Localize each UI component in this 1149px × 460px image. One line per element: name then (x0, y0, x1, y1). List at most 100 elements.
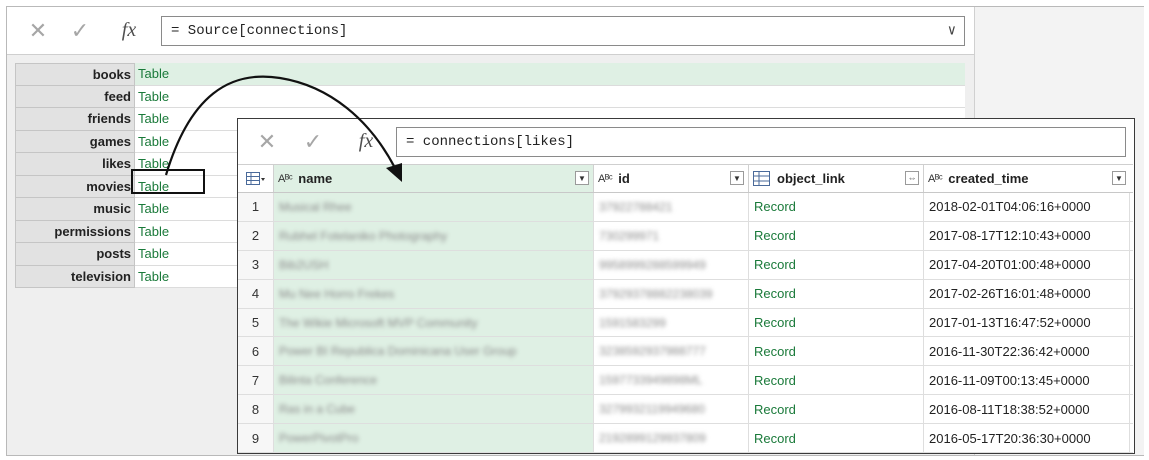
row-number: 6 (238, 337, 274, 366)
front-formula-input[interactable]: = connections[likes] (396, 127, 1126, 157)
row-value-link[interactable]: Table (135, 63, 965, 86)
name-text: Rubhel Fotelaniko Photography (279, 228, 448, 243)
table-row: 2 Rubhel Fotelaniko Photography 73029997… (238, 221, 1133, 251)
chevron-down-icon[interactable]: ∨ (948, 23, 956, 40)
name-cell[interactable]: Rubhel Fotelaniko Photography (274, 221, 594, 250)
name-text: PowerPivotPro (279, 431, 359, 446)
text-type-icon: Aᴮᶜ (278, 172, 293, 185)
id-cell[interactable]: 2192899129937809 (594, 424, 749, 453)
id-cell[interactable]: 730299971 (594, 221, 749, 250)
name-text: The Wikie Microsoft MVP Community (279, 315, 478, 330)
row-key: feed (15, 85, 135, 108)
table-row: 3 Bib2USH 9958999288599949 Record 2017-0… (238, 250, 1133, 280)
record-link[interactable]: Record (749, 424, 924, 453)
column-name-label: name (298, 171, 333, 186)
record-link[interactable]: Record (749, 193, 924, 221)
back-formula-text: = Source[connections] (171, 23, 348, 39)
name-cell[interactable]: Power BI Republica Dominicana User Group (274, 337, 594, 366)
name-cell[interactable]: Bib2USH (274, 250, 594, 279)
fx-icon[interactable]: fx (346, 119, 386, 164)
name-cell[interactable]: Musical Rhee (274, 193, 594, 221)
row-key: television (15, 265, 135, 288)
id-text: 37922788421 (599, 199, 673, 214)
front-formula-bar: ✕ ✓ fx = connections[likes] (238, 119, 1133, 165)
id-cell[interactable]: 37929378882238039 (594, 279, 749, 308)
record-link[interactable]: Record (749, 395, 924, 424)
id-cell[interactable]: 3279932119949680 (594, 395, 749, 424)
back-formula-input[interactable]: = Source[connections] ∨ (161, 16, 965, 46)
row-number: 1 (238, 193, 274, 221)
commit-icon[interactable]: ✓ (296, 119, 330, 164)
column-header-object-link[interactable]: object_link ⇔ (749, 165, 924, 192)
created-time-cell[interactable]: 2016-11-30T22:36:42+0000 (924, 337, 1130, 366)
record-link[interactable]: Record (749, 308, 924, 337)
row-key: games (15, 130, 135, 153)
column-header-name[interactable]: Aᴮᶜ name ▼ (274, 165, 594, 192)
name-cell[interactable]: Mu Nee Horro Frekes (274, 279, 594, 308)
row-value-link[interactable]: Table (135, 85, 965, 108)
likes-data-grid: Aᴮᶜ name ▼ Aᴮᶜ id ▼ object_link ⇔ Aᴮᶜ cr… (238, 165, 1133, 454)
row-number: 7 (238, 366, 274, 395)
name-cell[interactable]: PowerPivotPro (274, 424, 594, 453)
row-number: 8 (238, 395, 274, 424)
id-cell[interactable]: 37922788421 (594, 193, 749, 221)
created-time-cell[interactable]: 2017-02-26T16:01:48+0000 (924, 279, 1130, 308)
record-link[interactable]: Record (749, 221, 924, 250)
id-cell[interactable]: 3238592937988777 (594, 337, 749, 366)
name-text: Musical Rhee (279, 199, 352, 214)
table-row: 5 The Wikie Microsoft MVP Community 1591… (238, 308, 1133, 338)
created-time-cell[interactable]: 2017-08-17T12:10:43+0000 (924, 221, 1130, 250)
id-text: 2192899129937809 (599, 431, 706, 446)
row-key: friends (15, 108, 135, 131)
row-number: 5 (238, 308, 274, 337)
record-link[interactable]: Record (749, 337, 924, 366)
row-key: permissions (15, 220, 135, 243)
column-id-label: id (618, 171, 630, 186)
back-formula-bar: ✕ ✓ fx = Source[connections] ∨ (7, 7, 974, 55)
created-time-cell[interactable]: 2016-11-09T00:13:45+0000 (924, 366, 1130, 395)
row-key: movies (15, 175, 135, 198)
id-cell[interactable]: 9958999288599949 (594, 250, 749, 279)
table-row: 8 Ras in a Cube 3279932119949680 Record … (238, 395, 1133, 425)
table-menu-icon[interactable] (238, 165, 274, 192)
commit-icon[interactable]: ✓ (63, 7, 97, 54)
table-row: 6 Power BI Republica Dominicana User Gro… (238, 337, 1133, 367)
name-cell[interactable]: Bilinta Conference (274, 366, 594, 395)
name-text: Ras in a Cube (279, 402, 356, 417)
created-time-cell[interactable]: 2016-05-17T20:36:30+0000 (924, 424, 1130, 453)
cancel-icon[interactable]: ✕ (21, 7, 55, 54)
front-query-window: ✕ ✓ fx = connections[likes] Aᴮᶜ name ▼ A… (237, 118, 1135, 454)
id-text: 3238592937988777 (599, 344, 706, 359)
table-row: 4 Mu Nee Horro Frekes 37929378882238039 … (238, 279, 1133, 309)
column-object-link-label: object_link (777, 171, 845, 186)
filter-dropdown-icon[interactable]: ▼ (575, 171, 589, 185)
filter-dropdown-icon[interactable]: ▼ (1112, 171, 1126, 185)
created-time-cell[interactable]: 2016-08-11T18:38:52+0000 (924, 395, 1130, 424)
id-text: 3279932119949680 (599, 402, 705, 417)
id-cell[interactable]: 1597733949898ML (594, 366, 749, 395)
row-key: posts (15, 243, 135, 266)
created-time-cell[interactable]: 2017-01-13T16:47:52+0000 (924, 308, 1130, 337)
column-header-created-time[interactable]: Aᴮᶜ created_time ▼ (924, 165, 1130, 192)
record-link[interactable]: Record (749, 366, 924, 395)
record-link[interactable]: Record (749, 279, 924, 308)
name-text: Bib2USH (279, 257, 329, 272)
filter-dropdown-icon[interactable]: ▼ (730, 171, 744, 185)
id-cell[interactable]: 1591583299 (594, 308, 749, 337)
table-row: 9 PowerPivotPro 2192899129937809 Record … (238, 424, 1133, 454)
created-time-cell[interactable]: 2018-02-01T04:06:16+0000 (924, 193, 1130, 221)
column-header-id[interactable]: Aᴮᶜ id ▼ (594, 165, 749, 192)
column-created-time-label: created_time (948, 171, 1029, 186)
fx-icon[interactable]: fx (109, 7, 149, 54)
id-text: 1591583299 (599, 315, 666, 330)
created-time-cell[interactable]: 2017-04-20T01:00:48+0000 (924, 250, 1130, 279)
name-cell[interactable]: The Wikie Microsoft MVP Community (274, 308, 594, 337)
table-row: 7 Bilinta Conference 1597733949898ML Rec… (238, 366, 1133, 396)
record-link[interactable]: Record (749, 250, 924, 279)
name-cell[interactable]: Ras in a Cube (274, 395, 594, 424)
row-number: 3 (238, 250, 274, 279)
expand-column-icon[interactable]: ⇔ (905, 171, 919, 185)
table-icon (245, 171, 265, 185)
record-column-icon (753, 170, 770, 186)
cancel-icon[interactable]: ✕ (250, 119, 284, 164)
